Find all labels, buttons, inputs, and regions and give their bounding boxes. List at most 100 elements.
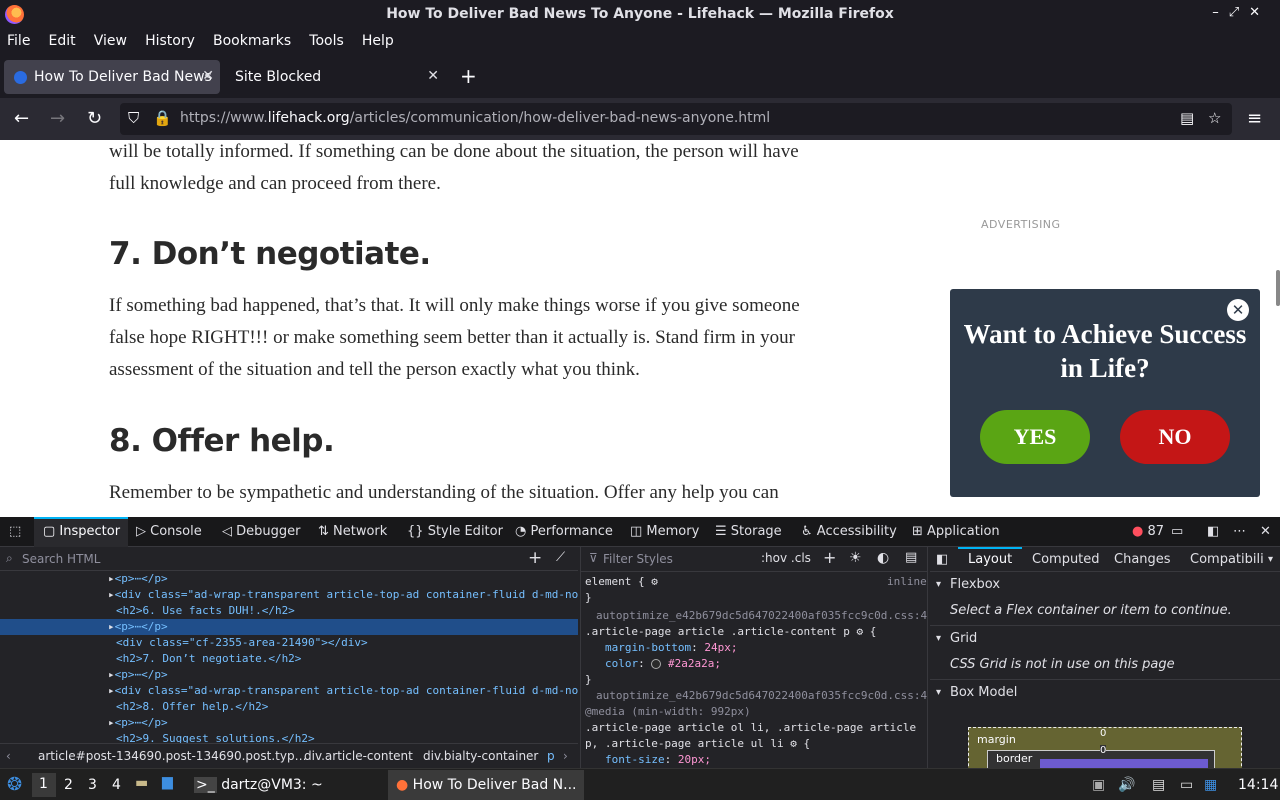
eyedropper-icon[interactable]: ⟋ [556, 550, 565, 565]
notification-icon[interactable]: ▦ [1204, 777, 1217, 793]
add-rule-icon[interactable]: + [823, 548, 836, 567]
shield-icon[interactable]: ⛉ [128, 109, 139, 127]
breadcrumb-item[interactable]: div.bialty-container [423, 749, 538, 763]
style-selector[interactable]: p, .article-page article ul li ⚙ { [585, 736, 810, 752]
workspace-1[interactable]: 1 [32, 773, 56, 797]
flexbox-section-header[interactable]: ▾ Flexbox [930, 571, 1280, 597]
menu-file[interactable]: File [7, 33, 30, 49]
breadcrumb-item[interactable]: p [547, 749, 555, 763]
menu-history[interactable]: History [145, 33, 195, 49]
terminal-task[interactable]: >_ dartz@VM3: ~ [194, 777, 323, 793]
menu-view[interactable]: View [94, 33, 127, 49]
tab-application[interactable]: ⊞ Application [912, 524, 1000, 539]
html-node-selected[interactable]: ▸<p>⋯</p> [0, 619, 578, 635]
url-text[interactable]: https://www.lifehack.org/articles/commun… [180, 110, 770, 126]
style-declaration[interactable]: margin-bottom: 24px; [605, 640, 737, 656]
workspace-2[interactable]: 2 [64, 777, 73, 793]
toggle-sidebar-icon[interactable]: ◧ [936, 552, 948, 567]
search-html-input[interactable]: Search HTML [22, 552, 100, 566]
style-source-link[interactable]: autoptimize_e42b679dc5d647022400af035fcc… [596, 608, 927, 624]
url-bar[interactable]: ⛉ 🔒 https://www.lifehack.org/articles/co… [120, 103, 1232, 135]
color-swatch-icon[interactable] [651, 659, 662, 669]
html-node[interactable]: <h2>6. Use facts DUH!.</h2> [116, 603, 295, 619]
tab-article[interactable]: How To Deliver Bad News ✕ [4, 60, 220, 94]
tab-site-blocked[interactable]: Site Blocked ✕ [205, 60, 445, 94]
filter-styles-input[interactable]: Filter Styles [603, 552, 673, 566]
chevron-down-icon[interactable]: ▾ [1268, 554, 1273, 565]
tab-performance[interactable]: ◔ Performance [515, 524, 613, 539]
light-theme-icon[interactable]: ☀ [849, 550, 862, 566]
new-tab-plus-icon[interactable]: + [460, 64, 477, 88]
tab-console[interactable]: ▷ Console [136, 524, 202, 539]
html-node[interactable]: ▸<p>⋯</p> [108, 667, 168, 683]
reader-view-icon[interactable]: ▤ [1180, 109, 1194, 127]
desktop-icon[interactable]: ▆ [162, 774, 173, 790]
menu-bookmarks[interactable]: Bookmarks [213, 33, 291, 49]
popup-yes-button[interactable]: YES [980, 410, 1090, 464]
menu-edit[interactable]: Edit [49, 33, 76, 49]
back-arrow-icon[interactable]: ← [14, 108, 29, 129]
html-node[interactable]: <h2>8. Offer help.</h2> [116, 699, 268, 715]
forward-arrow-icon[interactable]: → [50, 108, 65, 129]
file-manager-icon[interactable]: ▬ [135, 775, 148, 791]
breadcrumb-item[interactable]: div.article-content [304, 749, 413, 763]
start-menu-icon[interactable]: ❂ [7, 774, 22, 795]
page-scrollbar[interactable] [1276, 270, 1280, 306]
dark-theme-icon[interactable]: ◐ [877, 550, 889, 566]
tab-layout[interactable]: Layout [968, 552, 1012, 567]
style-declaration[interactable]: font-size: 20px; [605, 752, 711, 768]
tab-compatibility[interactable]: Compatibili [1190, 552, 1264, 567]
hamburger-menu-icon[interactable]: ≡ [1247, 108, 1262, 129]
html-node[interactable]: ▸<p>⋯</p> [108, 571, 168, 587]
style-source-inline[interactable]: inline [887, 574, 927, 590]
add-node-icon[interactable]: + [528, 548, 542, 568]
close-tab-icon[interactable]: ✕ [427, 68, 439, 84]
network-icon[interactable]: ▭ [1180, 777, 1193, 793]
tab-storage[interactable]: ☰ Storage [715, 524, 782, 539]
style-selector[interactable]: .article-page article .article-content p… [585, 624, 876, 640]
volume-icon[interactable]: 🔊 [1118, 777, 1135, 793]
border-value[interactable]: 0 [1100, 745, 1107, 756]
print-media-icon[interactable]: ▤ [905, 550, 917, 565]
lock-icon[interactable]: 🔒 [153, 109, 172, 127]
breadcrumb-left-icon[interactable]: ‹ [6, 749, 11, 763]
menu-help[interactable]: Help [362, 33, 394, 49]
tab-inspector[interactable]: ▢ Inspector [43, 524, 120, 539]
menu-tools[interactable]: Tools [309, 33, 344, 49]
workspace-4[interactable]: 4 [112, 777, 121, 793]
style-element-rule[interactable]: element { ⚙ [585, 574, 658, 590]
close-devtools-icon[interactable]: ✕ [1260, 524, 1271, 539]
bookmark-star-icon[interactable]: ☆ [1208, 109, 1221, 127]
style-selector[interactable]: .article-page article ol li, .article-pa… [585, 720, 916, 736]
tab-memory[interactable]: ◫ Memory [630, 524, 699, 539]
tab-accessibility[interactable]: ♿ Accessibility [801, 524, 897, 539]
responsive-design-icon[interactable]: ▭ [1171, 524, 1183, 539]
more-options-icon[interactable]: ⋯ [1233, 524, 1246, 539]
tab-computed[interactable]: Computed [1032, 552, 1100, 567]
dock-options-icon[interactable]: ◧ [1207, 524, 1219, 539]
style-declaration[interactable]: color: #2a2a2a; [605, 656, 721, 672]
window-controls[interactable]: –⤢✕ [1212, 5, 1270, 20]
popup-no-button[interactable]: NO [1120, 410, 1230, 464]
reload-icon[interactable]: ↻ [87, 108, 102, 129]
html-node[interactable]: ▸<div class="ad-wrap-transparent article… [108, 683, 578, 699]
style-source-link[interactable]: autoptimize_e42b679dc5d647022400af035fcc… [596, 688, 927, 704]
error-count-badge[interactable]: ● 87 [1132, 524, 1164, 539]
html-node[interactable]: ▸<div class="ad-wrap-transparent article… [108, 587, 578, 603]
breadcrumb-right-icon[interactable]: › [563, 749, 568, 763]
search-html-bar[interactable]: ⌕ Search HTML + ⟋ [0, 547, 578, 571]
box-model-section-header[interactable]: ▾ Box Model [930, 679, 1280, 705]
firefox-task[interactable]: ● How To Deliver Bad N... [388, 770, 584, 800]
clipboard-icon[interactable]: ▤ [1152, 777, 1165, 793]
html-node[interactable]: <h2>7. Don’t negotiate.</h2> [116, 651, 301, 667]
workspace-3[interactable]: 3 [88, 777, 97, 793]
html-node[interactable]: <div class="cf-2355-area-21490"></div> [116, 635, 368, 651]
tab-style-editor[interactable]: {} Style Editor [407, 524, 503, 539]
margin-value[interactable]: 0 [1100, 728, 1106, 739]
tab-network[interactable]: ⇅ Network [318, 524, 387, 539]
tab-changes[interactable]: Changes [1114, 552, 1171, 567]
tab-debugger[interactable]: ◁ Debugger [222, 524, 301, 539]
element-picker-icon[interactable]: ⬚ [9, 524, 21, 539]
tray-icon[interactable]: ▣ [1092, 777, 1105, 793]
breadcrumb-item[interactable]: article#post-134690.post-134690.post.typ… [38, 749, 307, 763]
